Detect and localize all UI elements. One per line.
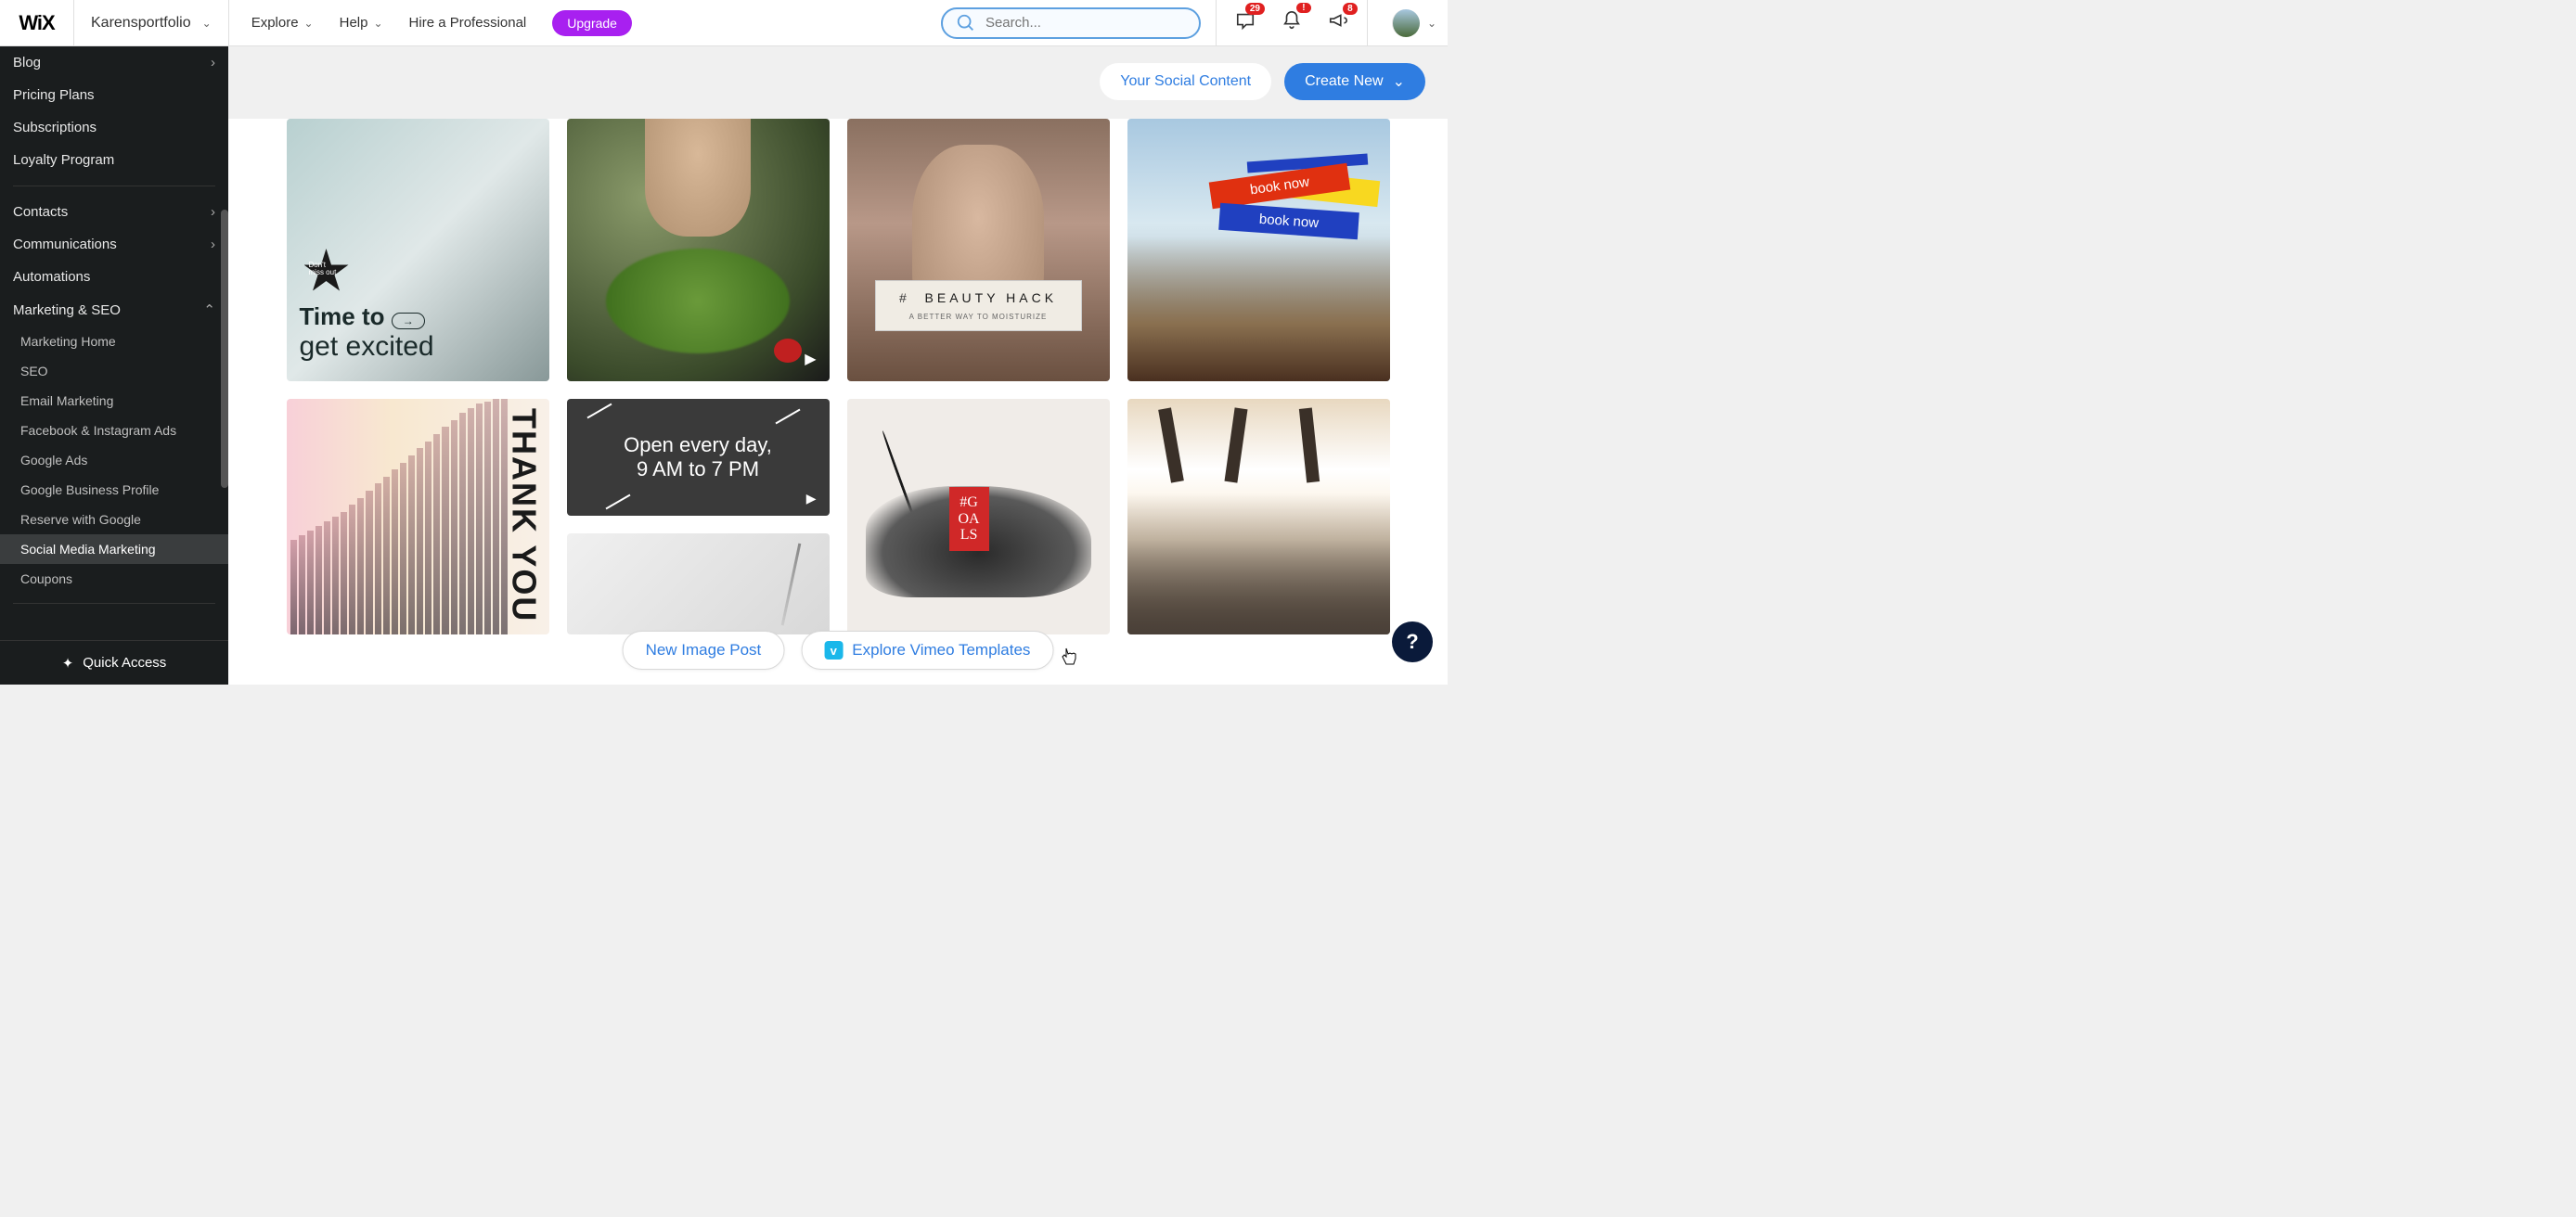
play-icon: ▶ [805,350,816,368]
ticket-label: book now [1218,203,1359,239]
decorative-image [1224,407,1247,482]
search-box[interactable] [941,7,1201,39]
template-card[interactable] [567,533,830,634]
template-text: 9 AM to 7 PM [637,457,759,481]
sidebar-sub-social-media[interactable]: Social Media Marketing [0,534,228,564]
announce-badge: 8 [1343,3,1358,15]
sidebar-sub-marketing-home[interactable]: Marketing Home [0,327,228,356]
decorative-image [1158,407,1184,482]
template-card[interactable]: # BEAUTY HACK A BETTER WAY TO MOISTURIZE [847,119,1110,381]
template-card[interactable]: ▶ [567,119,830,381]
decorative-image [774,339,802,363]
nav-hire[interactable]: Hire a Professional [409,15,527,31]
decorative-line [586,404,612,419]
chevron-down-icon: ⌄ [1427,17,1436,30]
sidebar-item-loyalty[interactable]: Loyalty Program [0,144,228,176]
sidebar-item-communications[interactable]: Communications› [0,228,228,261]
chevron-right-icon: › [211,204,215,220]
template-card[interactable]: Open every day, 9 AM to 7 PM ▶ [567,399,830,516]
sidebar-item-automations[interactable]: Automations [0,261,228,293]
topbar: WiX Karensportfolio ⌄ Explore⌄ Help⌄ Hir… [0,0,1448,46]
sidebar-sub-seo[interactable]: SEO [0,356,228,386]
sidebar-sub-google-business[interactable]: Google Business Profile [0,475,228,505]
chevron-down-icon: ⌄ [202,17,212,30]
template-text: THANK YOU [505,408,544,622]
template-card[interactable] [1127,399,1390,634]
arrow-icon: → [392,313,425,329]
nav-explore[interactable]: Explore⌄ [251,15,314,31]
your-social-content-button[interactable]: Your Social Content [1100,63,1271,100]
template-headline: Time to → get excited [300,302,434,363]
sidebar-sub-reserve-google[interactable]: Reserve with Google [0,505,228,534]
site-name: Karensportfolio [91,15,191,32]
top-nav: Explore⌄ Help⌄ Hire a Professional Upgra… [229,10,654,36]
sidebar-sub-google-ads[interactable]: Google Ads [0,445,228,475]
notifications-icon[interactable]: ! [1282,10,1302,35]
sparkle-icon: ✦ [62,655,74,672]
chevron-down-icon: ⌄ [1393,72,1405,91]
sidebar-item-marketing-seo[interactable]: Marketing & SEO⌃ [0,293,228,327]
inbox-badge: 29 [1245,3,1265,15]
decorative-image [1127,493,1390,634]
templates-grid: Don't miss out Time to → get excited ▶ # [228,119,1448,634]
new-image-post-button[interactable]: New Image Post [623,631,785,670]
template-card[interactable]: book now book now [1127,119,1390,381]
top-icons: 29 ! 8 [1216,0,1367,45]
chevron-up-icon: ⌃ [203,301,215,318]
site-selector[interactable]: Karensportfolio ⌄ [74,0,229,45]
search-icon [956,13,976,33]
sidebar-sub-fb-ig-ads[interactable]: Facebook & Instagram Ads [0,416,228,445]
template-banner: # BEAUTY HACK A BETTER WAY TO MOISTURIZE [875,280,1082,331]
template-card[interactable]: THANK YOU [287,399,549,634]
scrollbar-thumb[interactable] [221,210,228,488]
help-fab[interactable]: ? [1392,621,1433,662]
upgrade-button[interactable]: Upgrade [552,10,632,36]
sidebar-sub-email-marketing[interactable]: Email Marketing [0,386,228,416]
templates-area: Don't miss out Time to → get excited ▶ # [228,119,1448,685]
explore-vimeo-button[interactable]: v Explore Vimeo Templates [801,631,1053,670]
sidebar-item-pricing[interactable]: Pricing Plans [0,79,228,111]
main-content: Your Social Content Create New ⌄ Don't m… [228,46,1448,685]
decorative-line [780,544,801,626]
badge-text: Don't miss out [309,262,337,276]
chevron-down-icon: ⌄ [373,17,382,30]
decorative-image [1298,407,1319,482]
template-tag: #G OA LS [949,487,989,551]
action-bar: Your Social Content Create New ⌄ [1100,63,1425,100]
search-input[interactable] [985,15,1186,31]
chevron-right-icon: › [211,237,215,252]
avatar [1392,9,1420,37]
template-card[interactable]: #G OA LS [847,399,1110,634]
sidebar-item-blog[interactable]: Blog› [0,46,228,79]
chevron-down-icon: ⌄ [304,17,314,30]
decorative-line [605,494,630,510]
sidebar-sub-coupons[interactable]: Coupons [0,564,228,594]
template-text: Open every day, [624,433,772,457]
account-menu[interactable]: ⌄ [1367,0,1436,45]
chevron-right-icon: › [211,55,215,70]
vimeo-icon: v [824,641,843,660]
create-new-button[interactable]: Create New ⌄ [1284,63,1425,100]
quick-access-button[interactable]: ✦ Quick Access [0,640,228,685]
alert-badge: ! [1296,3,1311,13]
nav-help[interactable]: Help⌄ [340,15,383,31]
decorative-image [645,119,750,237]
decorative-image [606,249,790,353]
announcements-icon[interactable]: 8 [1328,10,1348,35]
decorative-image [1127,237,1390,381]
play-icon: ▶ [806,491,817,506]
sidebar: Blog› Pricing Plans Subscriptions Loyalt… [0,46,228,685]
sidebar-item-subscriptions[interactable]: Subscriptions [0,111,228,144]
decorative-line [775,409,800,425]
wix-logo[interactable]: WiX [0,0,74,45]
inbox-icon[interactable]: 29 [1235,10,1256,35]
sidebar-item-contacts[interactable]: Contacts› [0,196,228,228]
decorative-bars [287,399,512,634]
divider [13,603,215,604]
template-card[interactable]: Don't miss out Time to → get excited [287,119,549,381]
bottom-actions: New Image Post v Explore Vimeo Templates [623,631,1054,670]
